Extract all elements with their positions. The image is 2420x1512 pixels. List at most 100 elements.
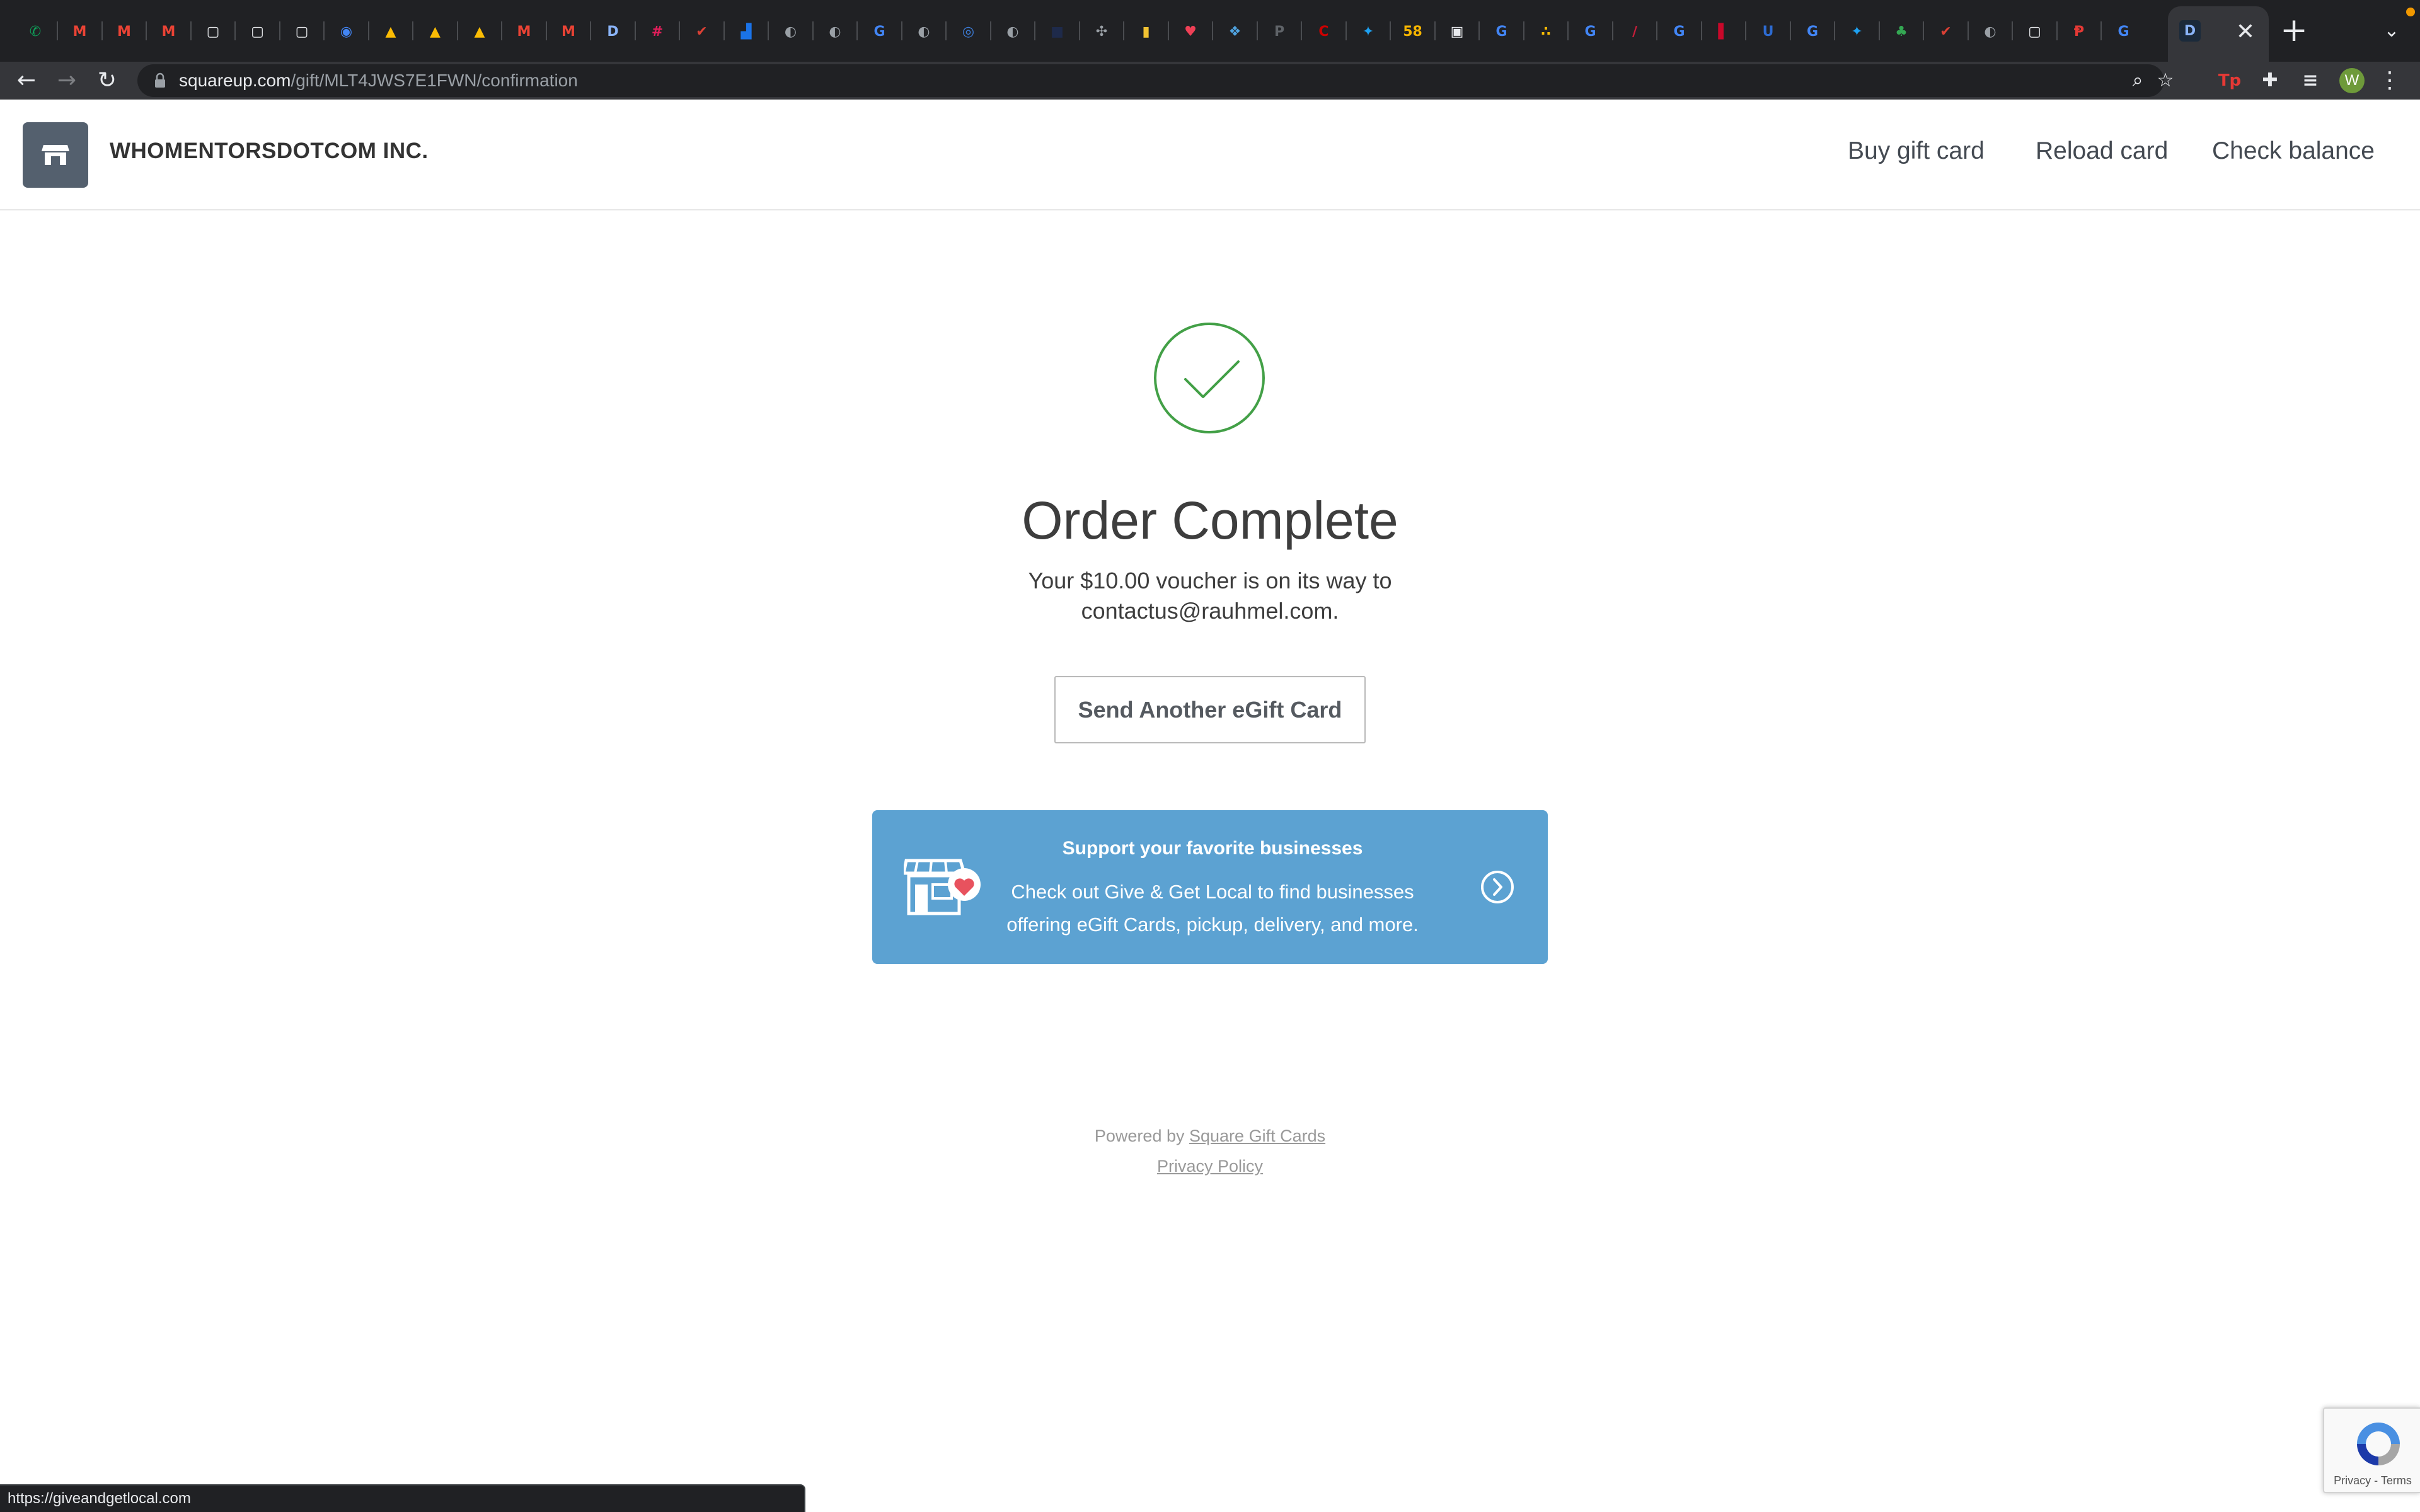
tab-separator: [901, 21, 902, 40]
browser-tab[interactable]: ▢: [284, 14, 320, 49]
browser-tab[interactable]: ∴: [1528, 14, 1564, 49]
square-icon: ▢: [206, 23, 220, 40]
new-tab-button[interactable]: +: [2276, 14, 2312, 49]
browser-tab[interactable]: ▲: [418, 14, 453, 49]
profile-avatar[interactable]: W: [2339, 68, 2365, 93]
browser-tab[interactable]: ✆: [18, 14, 53, 49]
recaptcha-links[interactable]: Privacy - Terms: [2324, 1474, 2420, 1487]
browser-tab[interactable]: ♣: [1884, 14, 1919, 49]
address-bar[interactable]: squareup.com/gift/MLT4JWS7E1FWN/confirma…: [137, 64, 2174, 97]
browser-tab[interactable]: ◐: [773, 14, 809, 49]
promo-body-line-2: offering eGift Cards, pickup, delivery, …: [1006, 914, 1419, 936]
browser-tab[interactable]: G: [1662, 14, 1697, 49]
reload-button[interactable]: ↻: [91, 64, 124, 97]
browser-tab[interactable]: C: [1306, 14, 1342, 49]
browser-tab[interactable]: G: [1573, 14, 1608, 49]
browser-tab[interactable]: ▲: [462, 14, 497, 49]
tab-separator: [1434, 21, 1436, 40]
drive-icon: ▲: [385, 23, 396, 40]
url-host: squareup.com: [179, 71, 291, 90]
browser-tab[interactable]: ✦: [1840, 14, 1875, 49]
browser-tab[interactable]: ❖: [1218, 14, 1253, 49]
recaptcha-badge[interactable]: Privacy - Terms: [2323, 1407, 2420, 1493]
browser-tab[interactable]: ▌: [1706, 14, 1741, 49]
send-another-egift-button[interactable]: Send Another eGift Card: [1054, 676, 1366, 743]
tab-search-chevron-icon[interactable]: ⌄: [2376, 15, 2407, 47]
browser-tab[interactable]: ✣: [1084, 14, 1119, 49]
p-icon: Ᵽ: [2073, 23, 2085, 40]
todoist-icon: ✔: [1940, 23, 1952, 40]
browser-tab[interactable]: G: [1795, 14, 1830, 49]
browser-tab[interactable]: ◐: [817, 14, 853, 49]
extension-tp-icon[interactable]: Tp: [2213, 64, 2246, 97]
browser-tab[interactable]: P: [1262, 14, 1297, 49]
browser-tab[interactable]: 58: [1395, 14, 1431, 49]
bookmark-star-icon[interactable]: ☆: [2153, 68, 2178, 93]
notification-dot: [2406, 8, 2415, 16]
tab-separator: [1078, 21, 1080, 40]
browser-tab[interactable]: ✔: [684, 14, 720, 49]
chromium-icon: ◉: [340, 23, 353, 40]
give-get-local-banner[interactable]: Support your favorite businesses Check o…: [872, 810, 1548, 964]
browser-tab[interactable]: G: [862, 14, 897, 49]
browser-tab[interactable]: ▢: [240, 14, 275, 49]
tab-separator: [1789, 21, 1791, 40]
browser-tab[interactable]: ▢: [195, 14, 231, 49]
browser-menu-icon[interactable]: ⋮: [2373, 64, 2406, 97]
browser-tab[interactable]: ▣: [1439, 14, 1475, 49]
browser-tab[interactable]: ♥: [1173, 14, 1208, 49]
browser-tab[interactable]: U: [1751, 14, 1786, 49]
browser-tab[interactable]: ✦: [1351, 14, 1386, 49]
browser-tab[interactable]: ▮: [1129, 14, 1164, 49]
nav-buy-gift-card[interactable]: Buy gift card: [1848, 137, 1985, 165]
browser-tab[interactable]: D: [596, 14, 631, 49]
tab-separator: [2100, 21, 2102, 40]
extensions-puzzle-icon[interactable]: ✚: [2254, 64, 2286, 97]
globe-icon: ◐: [918, 23, 930, 40]
privacy-policy-link[interactable]: Privacy Policy: [1157, 1157, 1263, 1176]
browser-tab[interactable]: M: [551, 14, 586, 49]
globe-icon: ◐: [1984, 23, 1997, 40]
browser-tab[interactable]: ◐: [906, 14, 942, 49]
confirmation-line-1: Your $10.00 voucher is on its way to: [1028, 568, 1392, 593]
browser-tab[interactable]: ◉: [329, 14, 364, 49]
browser-tab[interactable]: ◐: [995, 14, 1030, 49]
tab-separator: [679, 21, 680, 40]
tab-separator: [57, 21, 58, 40]
browser-tab[interactable]: Ᵽ: [2061, 14, 2097, 49]
gmail-icon: M: [117, 23, 131, 40]
browser-tab[interactable]: M: [151, 14, 187, 49]
browser-tab[interactable]: ▟: [729, 14, 764, 49]
browser-tab[interactable]: ▢: [2017, 14, 2053, 49]
network-icon: ✣: [1095, 23, 1108, 40]
gmail-icon: M: [562, 23, 575, 40]
zoom-icon[interactable]: ⌕: [2125, 68, 2150, 93]
browser-tab[interactable]: M: [62, 14, 98, 49]
nav-reload-card[interactable]: Reload card: [2036, 137, 2168, 165]
browser-tab[interactable]: G: [2106, 14, 2141, 49]
browser-tab[interactable]: ∕: [1617, 14, 1652, 49]
browser-tab[interactable]: ■: [1040, 14, 1075, 49]
browser-tab[interactable]: ◐: [1973, 14, 2008, 49]
back-button[interactable]: ←: [10, 64, 43, 97]
browser-tab[interactable]: ▲: [373, 14, 408, 49]
tab-separator: [723, 21, 725, 40]
browser-tab[interactable]: M: [507, 14, 542, 49]
close-tab-icon[interactable]: ✕: [2230, 16, 2261, 48]
nav-check-balance[interactable]: Check balance: [2212, 137, 2375, 165]
square-gift-cards-link[interactable]: Square Gift Cards: [1189, 1126, 1325, 1145]
chevron-right-circle-icon[interactable]: [1480, 869, 1515, 905]
tab-separator: [412, 21, 413, 40]
powered-by-label: Powered by: [1094, 1126, 1185, 1145]
forward-button[interactable]: →: [50, 64, 83, 97]
browser-tab[interactable]: ✔: [1928, 14, 1964, 49]
browser-tab[interactable]: M: [107, 14, 142, 49]
browser-tab[interactable]: #: [640, 14, 675, 49]
browser-tab[interactable]: G: [1484, 14, 1519, 49]
store-logo[interactable]: [23, 122, 88, 188]
media-queue-icon[interactable]: ≡: [2294, 64, 2327, 97]
site-header: WHOMENTORSDOTCOM INC. Buy gift card Relo…: [0, 100, 2420, 210]
dark-square-icon: ■: [1051, 23, 1064, 40]
tab-separator: [989, 21, 991, 40]
browser-tab[interactable]: ◎: [951, 14, 986, 49]
